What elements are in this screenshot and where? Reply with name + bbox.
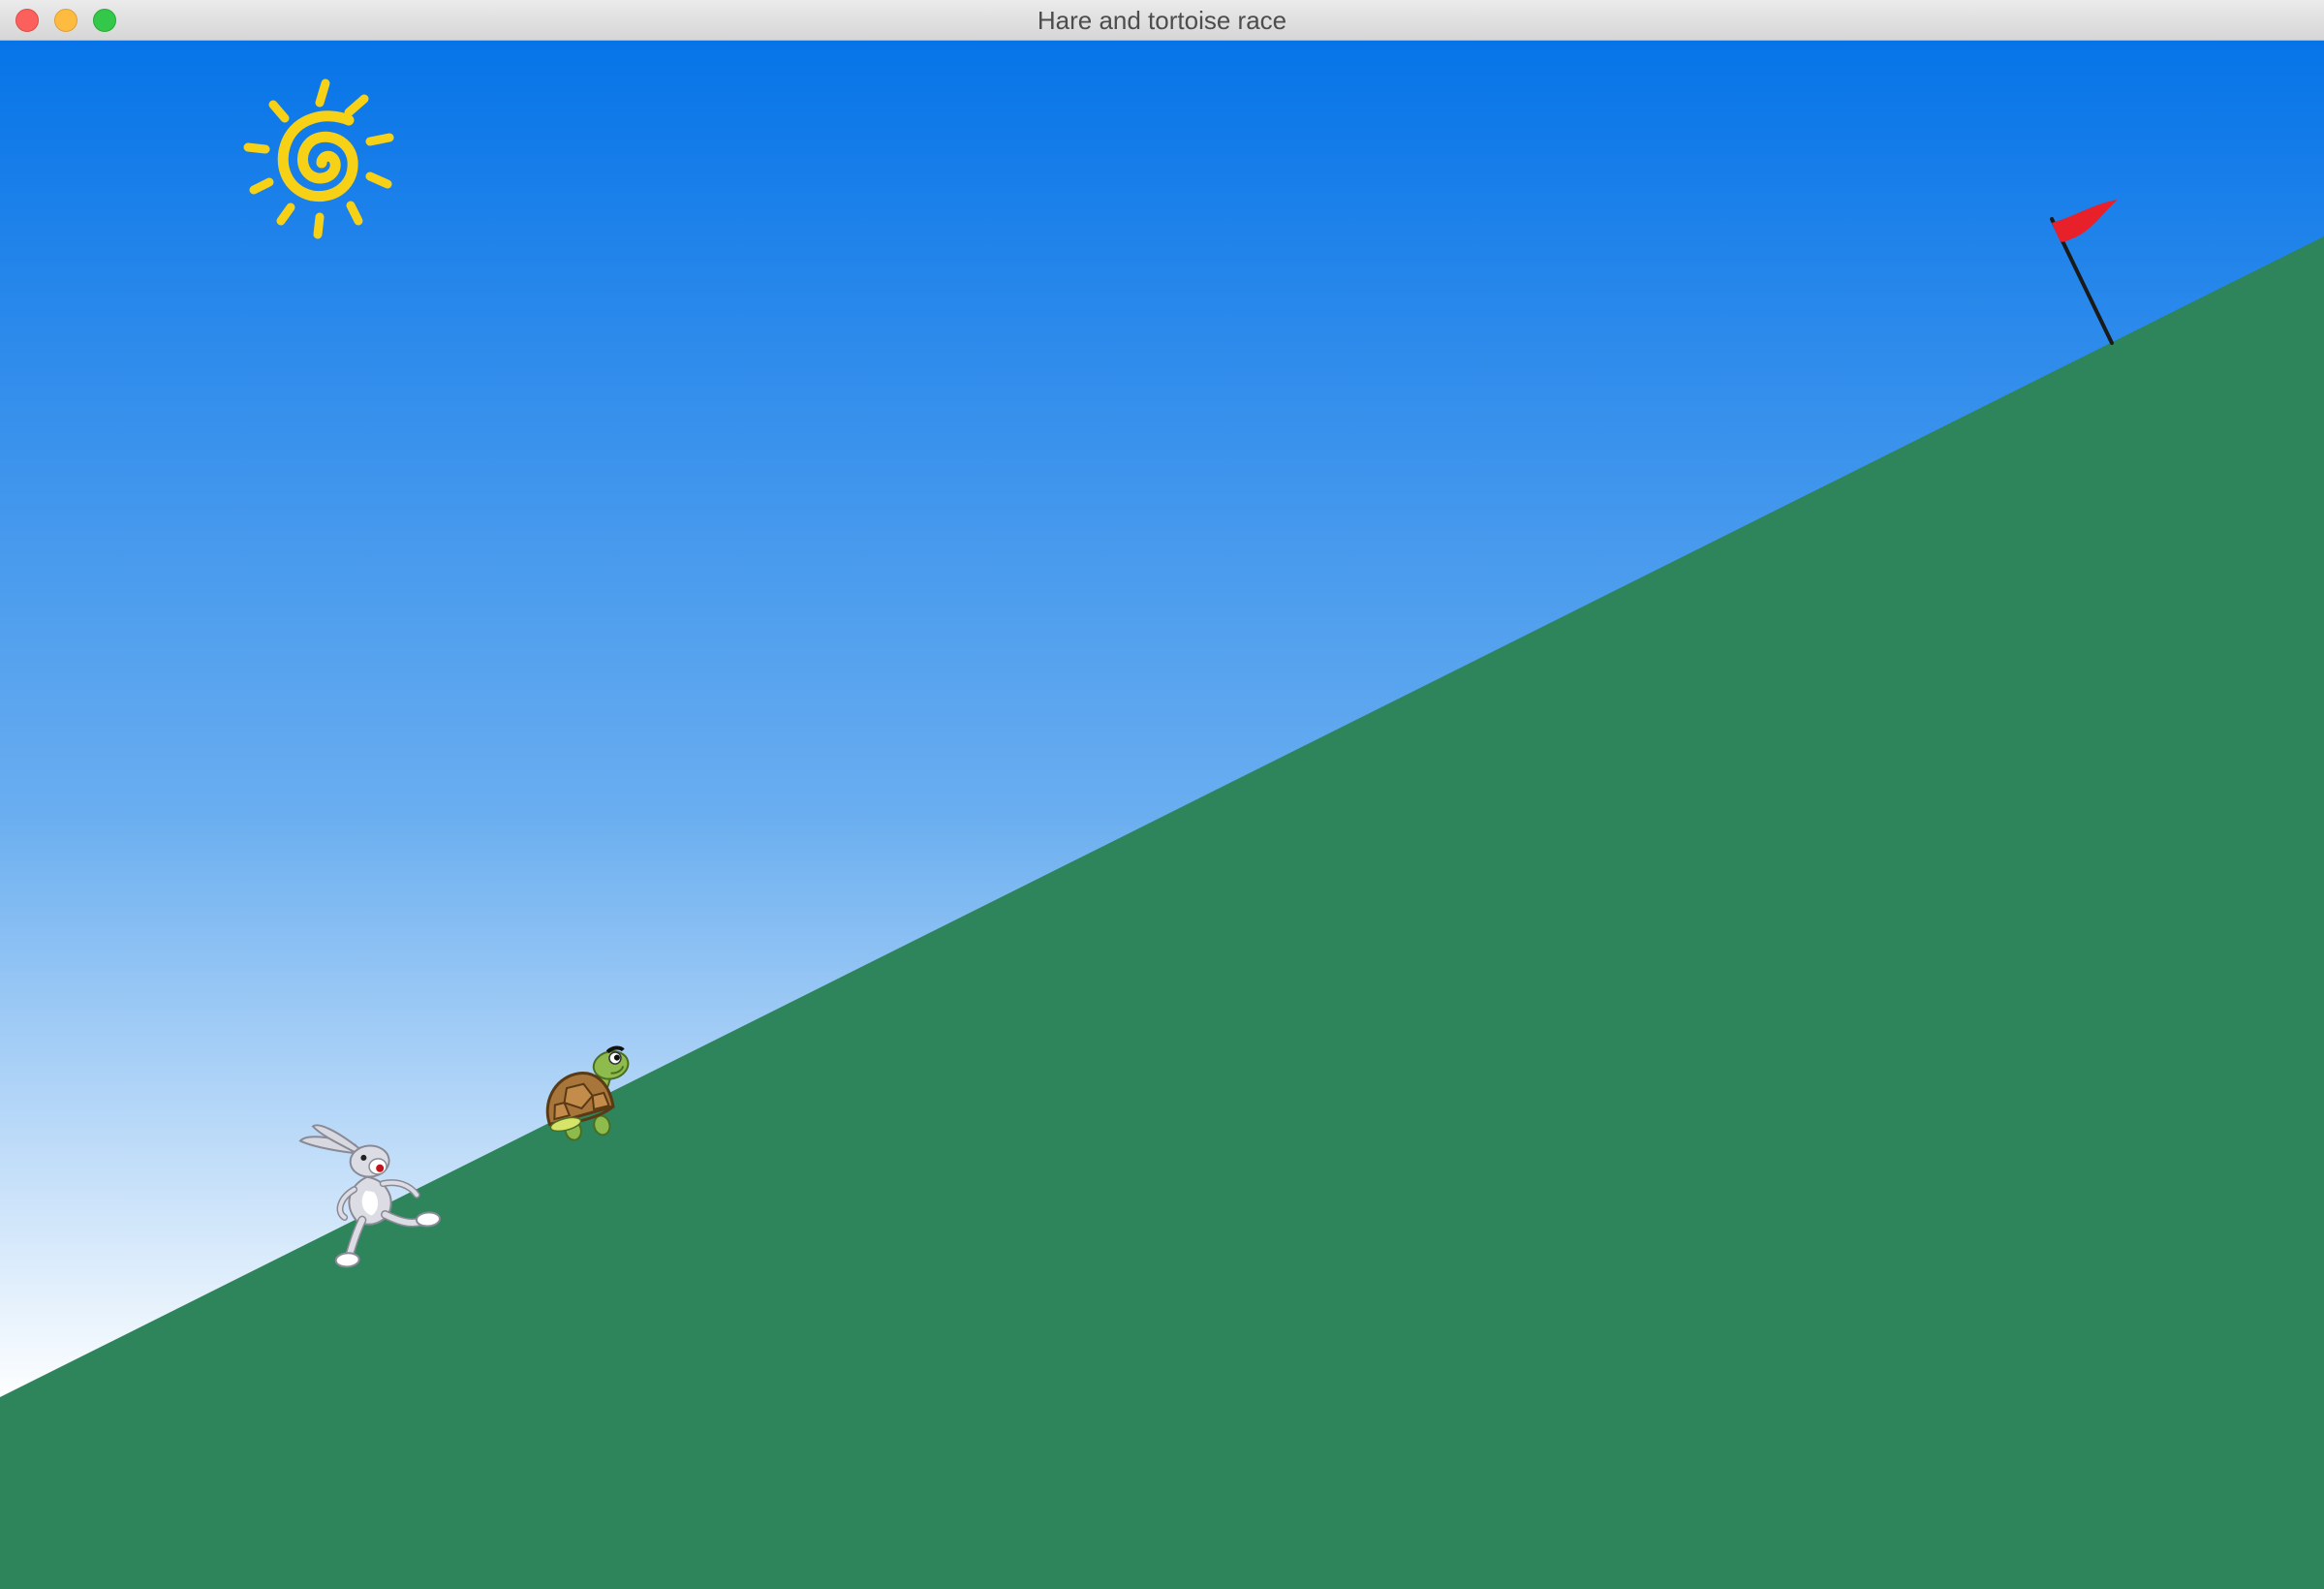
window-title: Hare and tortoise race	[1037, 6, 1287, 35]
title-bar[interactable]: Hare and tortoise race	[0, 0, 2324, 41]
game-window: Hare and tortoise race	[0, 0, 2324, 1589]
game-canvas[interactable]	[0, 41, 2324, 1589]
